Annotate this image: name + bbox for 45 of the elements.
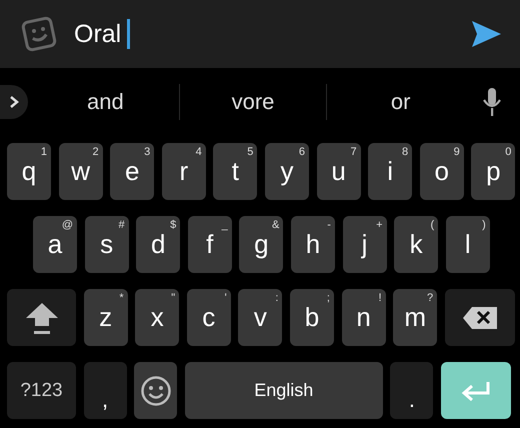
enter-icon — [460, 380, 491, 400]
sticker-icon[interactable] — [20, 15, 58, 53]
key[interactable]: u 7 — [316, 143, 361, 200]
key[interactable]: x " — [135, 289, 180, 346]
expand-button[interactable] — [0, 85, 28, 119]
key[interactable]: . — [390, 362, 434, 419]
key[interactable]: l ) — [446, 216, 490, 273]
key[interactable]: f _ — [188, 216, 232, 273]
symbols-key[interactable]: ?123 — [7, 362, 76, 419]
key[interactable]: a @ — [33, 216, 77, 273]
key[interactable]: q 1 — [7, 143, 51, 200]
key[interactable]: h - — [290, 216, 335, 273]
key[interactable]: t 5 — [213, 143, 258, 200]
key[interactable]: , — [84, 362, 127, 419]
key[interactable]: r 4 — [162, 143, 206, 200]
key[interactable]: z * — [84, 289, 128, 346]
suggestion[interactable]: and — [32, 85, 179, 119]
microphone-icon[interactable] — [482, 87, 502, 117]
key[interactable]: e 3 — [110, 143, 154, 200]
key[interactable]: y 6 — [264, 143, 309, 200]
emoji-key[interactable] — [134, 362, 178, 419]
key[interactable]: s # — [84, 216, 129, 273]
chevron-icon — [8, 95, 20, 109]
key[interactable]: i 8 — [368, 143, 412, 200]
suggestion[interactable]: vore — [180, 85, 326, 119]
send-icon[interactable] — [470, 20, 502, 48]
smiley-icon — [140, 374, 172, 406]
key[interactable]: d $ — [136, 216, 180, 273]
suggestion[interactable]: or — [327, 85, 474, 119]
key[interactable]: k ( — [394, 216, 438, 273]
key[interactable]: p 0 — [471, 143, 516, 200]
key[interactable]: g & — [239, 216, 284, 273]
shift-key[interactable] — [7, 289, 76, 346]
key[interactable]: m ? — [393, 289, 438, 346]
backspace-icon — [462, 306, 498, 330]
key[interactable]: n ! — [342, 289, 386, 346]
key[interactable]: j + — [342, 216, 387, 273]
space-bar[interactable]: English — [184, 362, 383, 419]
key[interactable]: o 9 — [420, 143, 464, 200]
key[interactable]: v : — [238, 289, 282, 346]
backspace-key[interactable] — [444, 289, 515, 346]
key[interactable]: c ' — [186, 289, 231, 346]
key[interactable]: b ; — [290, 289, 334, 346]
shift-icon — [24, 300, 60, 334]
key[interactable]: w 2 — [58, 143, 103, 200]
